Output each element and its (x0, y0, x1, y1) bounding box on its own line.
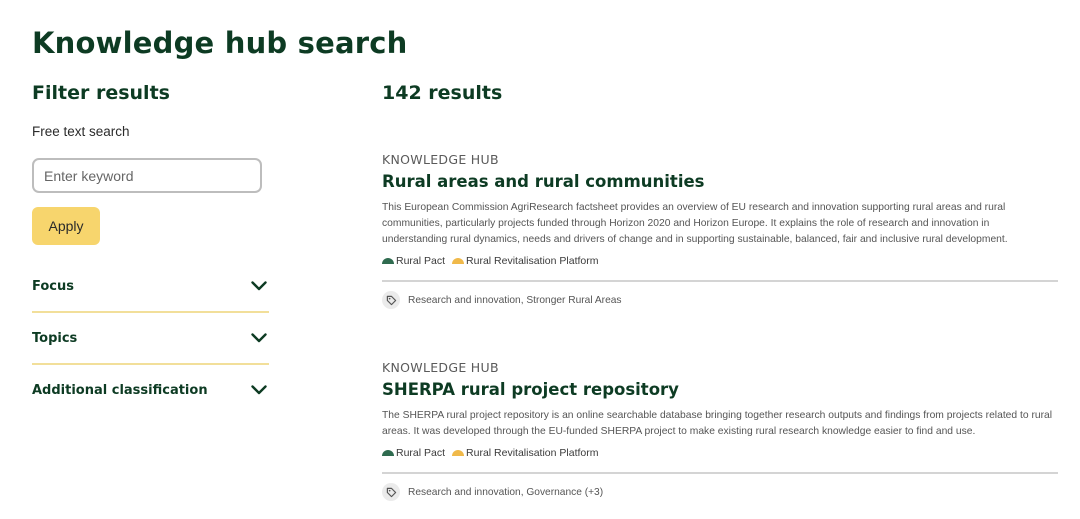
result-topics: Research and innovation, Governance (+3) (382, 483, 1058, 501)
chevron-down-icon (251, 385, 267, 395)
filter-sidebar: Filter results Free text search Apply Fo… (32, 82, 269, 415)
tag-rural-pact[interactable]: Rural Pact (382, 255, 445, 267)
rural-revitalisation-icon (452, 258, 465, 264)
result-card: KNOWLEDGE HUB SHERPA rural project repos… (382, 360, 1058, 501)
filter-heading: Filter results (32, 82, 170, 104)
filter-topics[interactable]: Topics (32, 313, 269, 365)
rural-revitalisation-icon (452, 450, 465, 456)
results-panel: 142 results KNOWLEDGE HUB Rural areas an… (382, 82, 1058, 501)
results-count: 142 results (382, 82, 503, 104)
filter-focus[interactable]: Focus (32, 261, 269, 313)
tag-rural-revitalisation-platform[interactable]: Rural Revitalisation Platform (452, 255, 599, 267)
filter-topics-label: Topics (32, 330, 78, 346)
chevron-down-icon (251, 333, 267, 343)
result-type: KNOWLEDGE HUB (382, 152, 499, 167)
tag-icon (382, 483, 400, 501)
result-topics-text: Research and innovation, Stronger Rural … (408, 294, 622, 306)
apply-button[interactable]: Apply (32, 207, 100, 245)
result-topics: Research and innovation, Stronger Rural … (382, 291, 1058, 309)
rural-pact-icon (382, 450, 394, 456)
result-type: KNOWLEDGE HUB (382, 360, 499, 375)
result-tags: Rural Pact Rural Revitalisation Platform (382, 255, 1058, 267)
tag-label: Rural Revitalisation Platform (466, 255, 599, 267)
tag-label: Rural Pact (396, 255, 446, 267)
result-divider (382, 280, 1058, 282)
tag-icon (382, 291, 400, 309)
filter-additional-classification-label: Additional classification (32, 382, 208, 398)
tag-rural-revitalisation-platform[interactable]: Rural Revitalisation Platform (452, 447, 599, 459)
tag-label: Rural Pact (396, 447, 446, 459)
filter-accordion: Focus Topics Additional classification (32, 261, 269, 415)
result-topics-text: Research and innovation, Governance (+3) (408, 486, 604, 498)
result-divider (382, 472, 1058, 474)
result-description: This European Commission AgriResearch fa… (382, 202, 1008, 245)
tag-label: Rural Revitalisation Platform (466, 447, 599, 459)
result-tags: Rural Pact Rural Revitalisation Platform (382, 447, 1058, 459)
result-title-link[interactable]: SHERPA rural project repository (382, 380, 1058, 399)
result-title-link[interactable]: Rural areas and rural communities (382, 172, 1058, 191)
tag-rural-pact[interactable]: Rural Pact (382, 447, 445, 459)
result-description: The SHERPA rural project repository is a… (382, 410, 1053, 437)
keyword-input[interactable] (32, 158, 262, 193)
rural-pact-icon (382, 258, 394, 264)
result-card: KNOWLEDGE HUB Rural areas and rural comm… (382, 152, 1058, 309)
page-title: Knowledge hub search (32, 26, 408, 60)
filter-focus-label: Focus (32, 278, 74, 294)
filter-additional-classification[interactable]: Additional classification (32, 365, 269, 415)
free-text-search-label: Free text search (32, 124, 130, 139)
chevron-down-icon (251, 281, 267, 291)
